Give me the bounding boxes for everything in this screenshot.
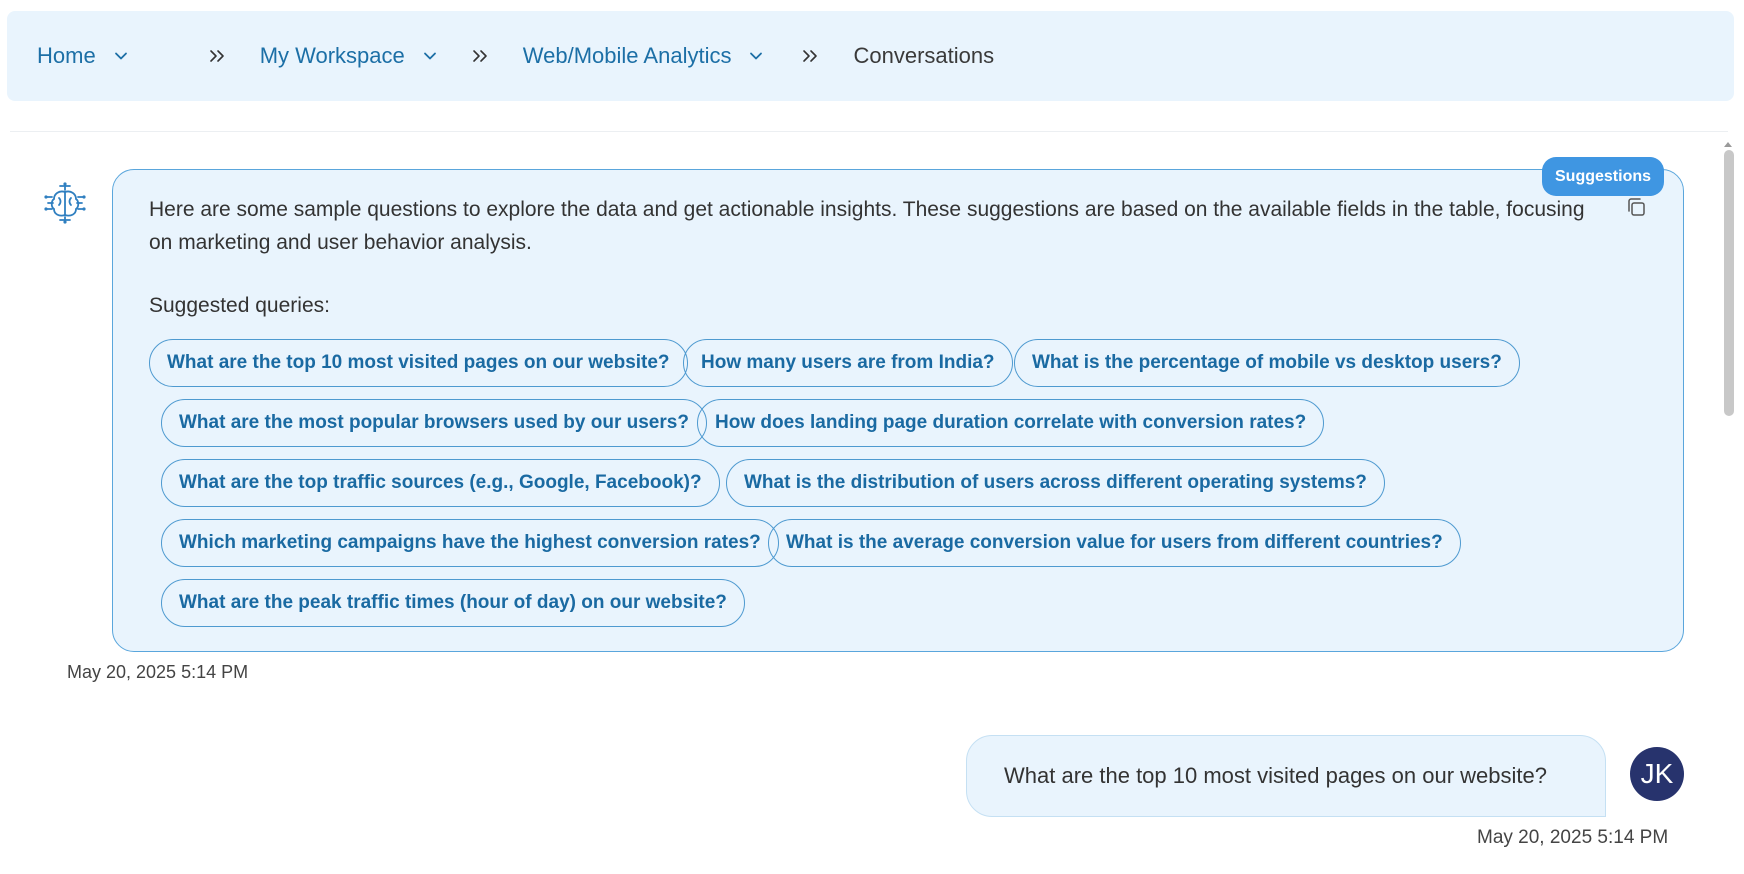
breadcrumb-current: Conversations (853, 43, 995, 68)
breadcrumb-item-home[interactable]: Home (37, 43, 128, 69)
breadcrumb-item-my-workspace[interactable]: My Workspace (260, 43, 437, 69)
suggestion-chip[interactable]: What is the distribution of users across… (726, 459, 1385, 507)
breadcrumb: Home My Workspace Web/Mobile Analytics C… (7, 11, 1734, 101)
chevron-down-icon[interactable] (114, 49, 128, 63)
suggestion-chip[interactable]: What are the top 10 most visited pages o… (149, 339, 688, 387)
breadcrumb-item-web-mobile-analytics[interactable]: Web/Mobile Analytics (523, 43, 764, 69)
ai-brain-icon (42, 180, 88, 226)
user-message-text: What are the top 10 most visited pages o… (1004, 763, 1547, 788)
double-chevron-right-icon (208, 48, 226, 64)
suggestion-chip[interactable]: What are the most popular browsers used … (161, 399, 707, 447)
suggestions-badge: Suggestions (1542, 157, 1665, 196)
divider (10, 131, 1728, 132)
chevron-down-icon[interactable] (423, 49, 437, 63)
chevron-down-icon[interactable] (749, 49, 763, 63)
suggestion-chip[interactable]: Which marketing campaigns have the highe… (161, 519, 779, 567)
suggestion-chip[interactable]: What is the percentage of mobile vs desk… (1014, 339, 1520, 387)
suggestion-chip[interactable]: What are the peak traffic times (hour of… (161, 579, 745, 627)
suggestion-chip[interactable]: How many users are from India? (683, 339, 1013, 387)
suggestion-chip[interactable]: What is the average conversion value for… (768, 519, 1461, 567)
double-chevron-right-icon (801, 48, 819, 64)
double-chevron-right-icon (471, 48, 489, 64)
scroll-up-arrow-icon[interactable] (1722, 136, 1734, 147)
copy-icon[interactable] (1625, 196, 1647, 218)
scrollbar-thumb[interactable] (1724, 150, 1734, 416)
assistant-intro-text: Here are some sample questions to explor… (149, 198, 1585, 254)
breadcrumb-item-label: My Workspace (259, 43, 405, 68)
user-message-bubble: What are the top 10 most visited pages o… (966, 735, 1606, 817)
user-timestamp: May 20, 2025 5:14 PM (1477, 827, 1669, 848)
breadcrumb-item-label: Home (37, 43, 96, 68)
avatar[interactable]: JK (1630, 747, 1684, 801)
suggestion-chip[interactable]: What are the top traffic sources (e.g., … (161, 459, 720, 507)
suggested-queries-label: Suggested queries: (149, 294, 330, 317)
suggestion-chip[interactable]: How does landing page duration correlate… (697, 399, 1325, 447)
assistant-timestamp: May 20, 2025 5:14 PM (67, 662, 249, 682)
breadcrumb-item-label: Web/Mobile Analytics (522, 43, 732, 68)
